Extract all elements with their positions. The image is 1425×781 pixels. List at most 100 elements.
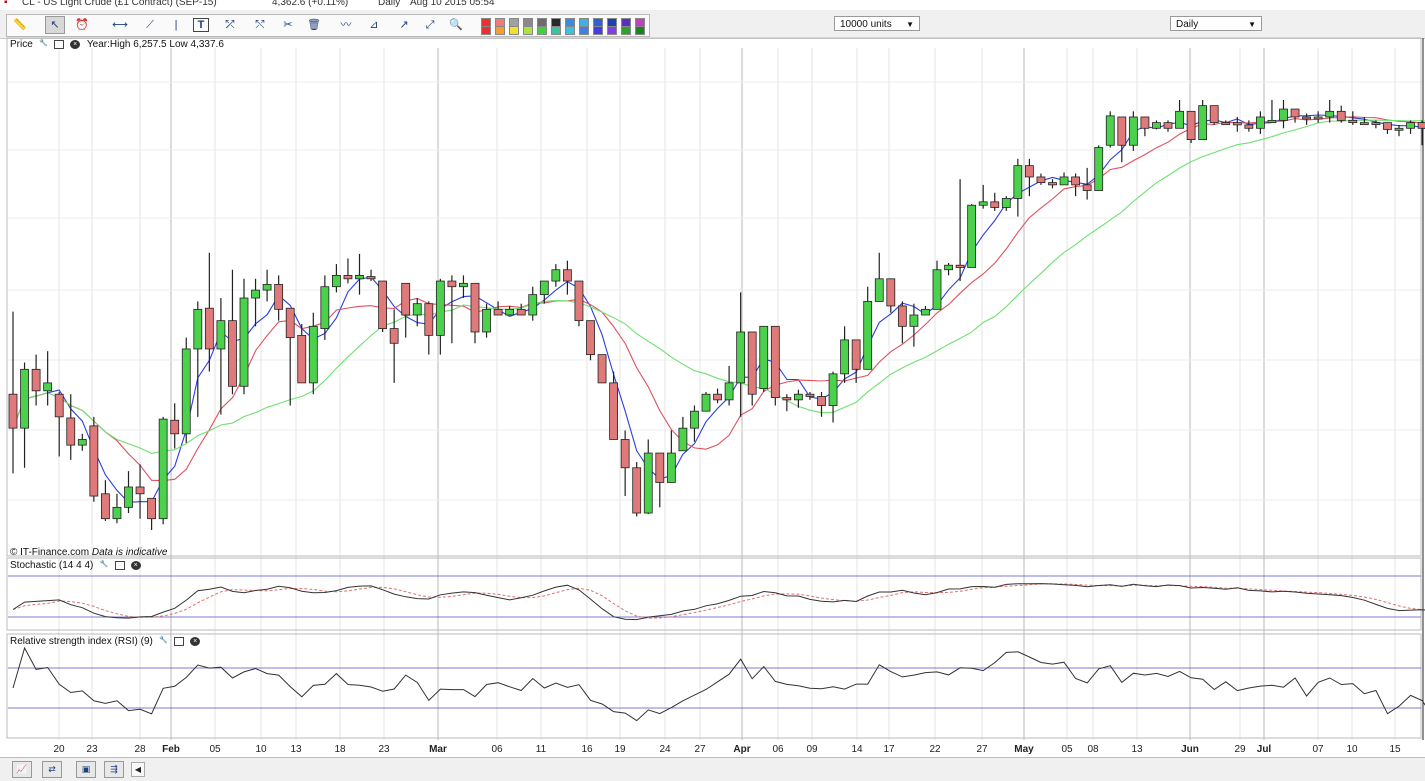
candle-body-down [632,467,642,514]
candle [1140,116,1150,137]
export-icon[interactable]: ⇶ [104,761,124,778]
candle-body-up [666,452,676,483]
candle-body-up [482,308,491,333]
moving-averages [12,114,1425,503]
candle-body-down [1348,119,1358,124]
wrench-icon[interactable]: 🔧 [99,561,109,570]
close-icon[interactable]: × [130,560,141,570]
candle [1175,100,1184,129]
x-axis-tick-label: 06 [491,744,503,755]
candle [863,286,873,370]
candle-body-down [1313,116,1323,120]
candle-body-up [1128,116,1138,146]
x-axis-tick-label: Apr [733,744,750,755]
candle-body-up [1279,108,1288,121]
candle-body-down [770,325,780,399]
candle [1198,100,1208,141]
candle-body-down [655,452,665,483]
candle-body-up [181,348,191,435]
x-axis-tick-label: 23 [378,744,390,755]
candle-body-down [1071,176,1080,186]
candle [297,324,307,384]
price-candles [8,100,1425,530]
candle [990,192,1000,211]
candle [251,278,260,327]
candle [897,301,907,344]
candle-body-up [112,506,122,520]
candle-body-down [1290,108,1300,118]
x-axis-tick-label: 22 [929,744,941,755]
candle-body-down [597,354,607,384]
x-axis-tick-label: 15 [1389,744,1401,755]
close-icon[interactable]: × [190,636,201,646]
candle [1013,158,1023,217]
stochastic-main-line [12,583,1425,621]
candle [967,204,977,268]
x-axis-tick-label: Jul [1257,744,1272,755]
add-indicator-icon[interactable]: 📈 [12,761,32,778]
candle-body-down [897,305,907,327]
candle-body-down [1186,110,1196,141]
scroll-left-button[interactable]: ◀ [131,762,145,777]
candle [1094,145,1104,191]
maximize-icon[interactable] [54,39,65,49]
candle-body-down [747,331,757,395]
candle [944,262,953,276]
maximize-icon[interactable] [174,636,185,646]
candle-body-down [170,419,180,435]
wrench-icon[interactable]: 🔧 [39,40,49,49]
candle-body-down [955,264,965,268]
candle-body-down [274,284,284,310]
candle [101,480,110,521]
candle [1071,173,1080,197]
candle-body-down [401,282,411,316]
candle-body-down [1025,165,1034,178]
candle-body-down [609,382,618,440]
candle [1025,158,1034,197]
maximize-icon[interactable] [114,560,125,570]
credit-text: © IT-Finance.com [10,547,90,558]
candle [1036,173,1046,185]
compare-icon[interactable]: ⇄ [42,761,62,778]
candle [747,331,757,406]
x-axis-tick-label: 06 [772,744,784,755]
candle [1186,110,1196,143]
candle-body-down [1302,116,1311,120]
candle-body-up [863,301,873,370]
candle-body-up [216,320,226,350]
candle [158,416,168,525]
candle [89,416,99,502]
candle-body-down [204,307,214,350]
candle-body-down [101,493,110,520]
chart-canvas[interactable]: 20 23 28 Feb 05 10 13 18 23 Mar 06 11 16 19 24 27 Apr 06 0… [0,0,1425,757]
candle [874,252,884,302]
candle-body-down [493,308,503,316]
stochastic-indicator [8,575,1425,621]
candle [170,403,180,449]
candle-body-up [1001,198,1011,208]
candle-body-up [736,331,746,384]
candle [643,439,653,515]
wrench-icon[interactable]: 🔧 [159,637,169,646]
candle-body-down [66,417,76,446]
x-axis-tick-label: 09 [806,744,818,755]
ma-mid-line [12,116,1425,482]
x-axis-tick-label: 05 [1061,744,1073,755]
candle [909,303,919,347]
candle [1359,116,1369,126]
rsi-indicator [8,646,1425,722]
candle-body-down [470,282,480,333]
x-axis: 20 23 28 Feb 05 10 13 18 23 Mar 06 11 16 19 24 27 Apr 06 0… [53,744,1401,755]
x-axis-tick-label: 19 [614,744,626,755]
x-axis-tick-label: 13 [290,744,302,755]
print-icon[interactable]: ▣ [76,761,96,778]
ma-slow-line [12,119,1425,454]
candle-body-up [1152,122,1161,129]
candle [528,286,538,321]
candle-body-down [1048,182,1057,186]
stochastic-panel-header: Stochastic (14 4 4) 🔧 × [10,559,141,572]
close-icon[interactable]: × [70,39,81,49]
candle [851,339,861,383]
candle-body-down [574,280,584,322]
candle [216,298,226,415]
